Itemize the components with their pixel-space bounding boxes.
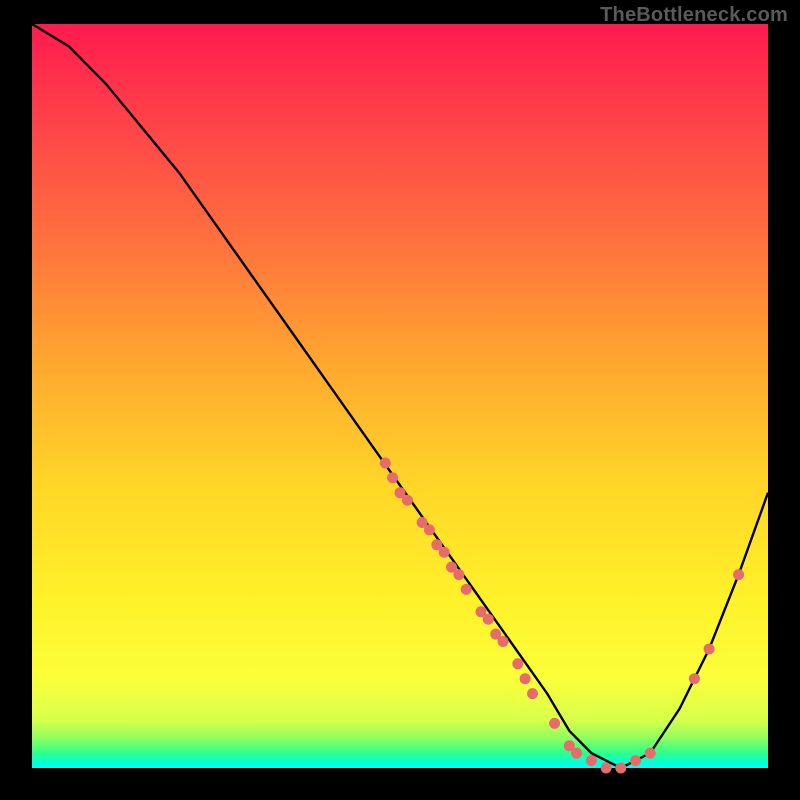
marker-dot: [615, 763, 626, 774]
marker-dot: [453, 569, 464, 580]
marker-dot: [704, 644, 715, 655]
marker-dot: [733, 569, 744, 580]
marker-dot: [571, 748, 582, 759]
marker-dot: [380, 458, 391, 469]
marker-dot: [601, 763, 612, 774]
marker-dot: [424, 524, 435, 535]
marker-dot: [689, 673, 700, 684]
watermark-label: TheBottleneck.com: [600, 4, 788, 27]
scatter-markers: [380, 458, 744, 774]
marker-dot: [498, 636, 509, 647]
marker-dot: [549, 718, 560, 729]
marker-dot: [387, 472, 398, 483]
marker-dot: [645, 748, 656, 759]
marker-dot: [630, 755, 641, 766]
marker-dot: [461, 584, 472, 595]
marker-dot: [527, 688, 538, 699]
marker-dot: [483, 614, 494, 625]
chart-frame: TheBottleneck.com: [0, 0, 800, 800]
plot-area: [32, 24, 768, 768]
marker-dot: [402, 495, 413, 506]
marker-dot: [586, 755, 597, 766]
bottleneck-curve: [32, 24, 768, 768]
marker-dot: [512, 658, 523, 669]
marker-dot: [439, 547, 450, 558]
curve-layer: [32, 24, 768, 768]
marker-dot: [520, 673, 531, 684]
